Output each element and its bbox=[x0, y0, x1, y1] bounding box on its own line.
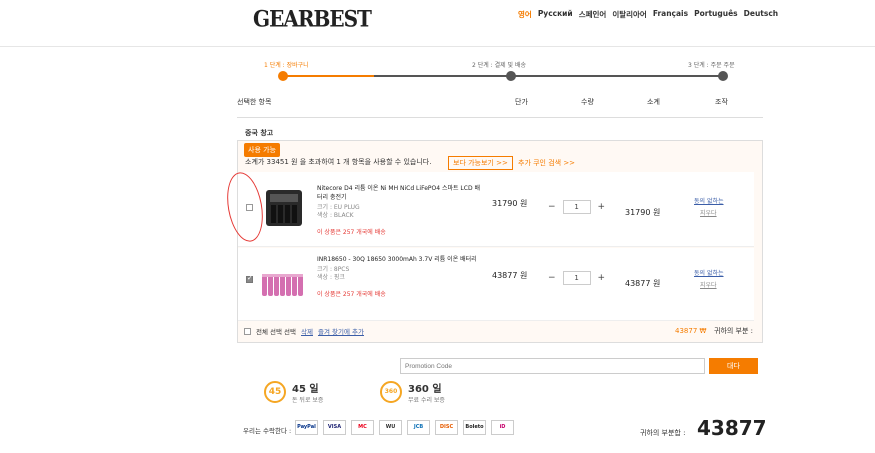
grand-total-value: 43877 bbox=[697, 416, 767, 440]
col-item: 선택한 항목 bbox=[237, 98, 272, 106]
item-2-shipping: 이 상품은 257 개국에 배송 bbox=[317, 291, 386, 298]
guarantee-360-desc: 무료 수리 보증 bbox=[408, 397, 445, 404]
item-2-name[interactable]: INR18650 - 30Q 18650 3000mAh 3.7V 리튬 이온 … bbox=[317, 255, 482, 264]
apply-promo-button[interactable]: 대다 bbox=[709, 358, 758, 374]
plus-button[interactable]: + bbox=[598, 202, 606, 212]
warehouse-title: 중국 창고 bbox=[245, 129, 274, 137]
item-2-unit-price: 43877 원 bbox=[492, 271, 528, 280]
battery-product-image[interactable] bbox=[260, 260, 308, 308]
item-2-color: 색상 : 핑크 bbox=[317, 274, 345, 281]
minus-button[interactable]: − bbox=[548, 273, 556, 283]
jcb-icon: JCB bbox=[407, 420, 430, 435]
guarantee-360: 360 360 일 무료 수리 보증 bbox=[380, 380, 445, 404]
checkout-steps: 1 단계 : 장바구니 2 단계 : 결제 및 배송 3 단계 : 주문 주문 bbox=[250, 58, 750, 88]
guarantee-45-title: 45 일 bbox=[292, 384, 319, 395]
guarantee-45: 45 45 일 돈 뒤로 보증 bbox=[264, 380, 323, 404]
quantity-input[interactable]: 1 bbox=[562, 200, 591, 214]
item-1-subtotal: 31790 원 bbox=[625, 208, 661, 217]
paypal-icon: PayPal bbox=[295, 420, 318, 435]
step-2-dot bbox=[506, 71, 516, 81]
promo-more-button[interactable]: 보다 가능보기 >> bbox=[448, 156, 513, 170]
header-divider bbox=[0, 46, 875, 47]
cart-total: 43877 ₩ bbox=[675, 327, 707, 335]
promo-more-link[interactable]: 추가 쿠인 검색 >> bbox=[518, 158, 575, 168]
payment-methods: PayPal VISA MC WU JCB DISC Boleto iD bbox=[295, 420, 514, 435]
step-3-dot bbox=[718, 71, 728, 81]
quantity-input[interactable]: 1 bbox=[562, 271, 591, 285]
lang-portuguese[interactable]: Português bbox=[694, 9, 738, 20]
guarantee-45-desc: 돈 뒤로 보증 bbox=[292, 397, 324, 404]
cart-footer-actions: 전체 선택 선택 삭제 즐겨 찾기에 추가 bbox=[244, 326, 364, 336]
visa-icon: VISA bbox=[323, 420, 346, 435]
select-all-label[interactable]: 전체 선택 선택 bbox=[256, 326, 296, 336]
add-favorites-link[interactable]: 즐겨 찾기에 추가 bbox=[318, 326, 364, 336]
step-progress-done bbox=[284, 75, 374, 77]
subtotal-label: 귀하의 부분 : bbox=[714, 327, 754, 335]
item-2-delete-link[interactable]: 지우다 bbox=[700, 280, 717, 291]
item-1-unit-price: 31790 원 bbox=[492, 199, 528, 208]
cart-item-row: INR18650 - 30Q 18650 3000mAh 3.7V 리튬 이온 … bbox=[238, 248, 754, 321]
lang-english[interactable]: 영어 bbox=[518, 9, 532, 20]
guarantee-360-title: 360 일 bbox=[408, 384, 442, 395]
item-2-subtotal: 43877 원 bbox=[625, 279, 661, 288]
boleto-icon: Boleto bbox=[463, 420, 486, 435]
discover-icon: DISC bbox=[435, 420, 458, 435]
lang-french[interactable]: Français bbox=[653, 9, 688, 20]
step-progress-remaining bbox=[374, 75, 721, 77]
col-subtotal: 소계 bbox=[647, 98, 660, 106]
step-3-label: 3 단계 : 주문 주문 bbox=[688, 62, 735, 69]
cart-column-headers: 선택한 항목 단가 수량 소계 조작 bbox=[237, 96, 763, 118]
ideal-icon: iD bbox=[491, 420, 514, 435]
item-2-favorite-link[interactable]: 동의 없하는 bbox=[694, 268, 724, 279]
step-1-dot bbox=[278, 71, 288, 81]
item-2-checkbox[interactable] bbox=[246, 274, 253, 283]
payment-label: 우리는 수락한다 : bbox=[243, 427, 292, 435]
col-quantity: 수량 bbox=[581, 98, 594, 106]
lang-italian[interactable]: 이탈리아어 bbox=[612, 9, 647, 20]
western-union-icon: WU bbox=[379, 420, 402, 435]
badge-45-icon: 45 bbox=[264, 381, 286, 403]
promo-text: 소계가 33451 원 을 초과하여 1 개 항목을 사용할 수 있습니다. bbox=[245, 158, 432, 166]
cart-item-row: Nitecore D4 리튬 이온 Ni MH NiCd LiFePO4 스마트… bbox=[238, 172, 754, 247]
lang-german[interactable]: Deutsch bbox=[744, 9, 779, 20]
step-2-label: 2 단계 : 결제 및 배송 bbox=[472, 62, 527, 69]
item-1-size: 크기 : EU PLUG bbox=[317, 204, 360, 211]
item-1-delete-link[interactable]: 지우다 bbox=[700, 208, 717, 219]
item-1-color: 색상 : BLACK bbox=[317, 212, 354, 219]
promo-code-input[interactable] bbox=[400, 358, 705, 374]
language-bar: 영어 Русский 스페인어 이탈리아어 Français Português… bbox=[518, 9, 778, 20]
mastercard-icon: MC bbox=[351, 420, 374, 435]
item-2-size: 크기 : 8PCS bbox=[317, 266, 350, 273]
gearbest-logo[interactable]: GEARBEST bbox=[253, 6, 372, 32]
lang-spanish[interactable]: 스페인어 bbox=[579, 9, 607, 20]
coupon-tag: 사용 가능 bbox=[244, 143, 280, 157]
col-unit-price: 단가 bbox=[515, 98, 528, 106]
minus-button[interactable]: − bbox=[548, 202, 556, 212]
item-1-shipping: 이 상품은 257 개국에 배송 bbox=[317, 229, 386, 236]
lang-russian[interactable]: Русский bbox=[538, 9, 573, 20]
item-2-quantity-stepper: − 1 + bbox=[548, 271, 605, 285]
grand-total-label: 귀하의 부분합 : bbox=[640, 429, 686, 437]
delete-selected-link[interactable]: 삭제 bbox=[301, 326, 313, 336]
plus-button[interactable]: + bbox=[598, 273, 606, 283]
select-all-checkbox[interactable] bbox=[244, 327, 251, 335]
item-1-favorite-link[interactable]: 동의 없하는 bbox=[694, 196, 724, 207]
badge-360-icon: 360 bbox=[380, 381, 402, 403]
step-1-label: 1 단계 : 장바구니 bbox=[264, 62, 309, 69]
col-action: 조작 bbox=[715, 98, 728, 106]
charger-product-image[interactable] bbox=[260, 184, 308, 232]
item-1-quantity-stepper: − 1 + bbox=[548, 200, 605, 214]
item-1-name[interactable]: Nitecore D4 리튬 이온 Ni MH NiCd LiFePO4 스마트… bbox=[317, 184, 482, 202]
